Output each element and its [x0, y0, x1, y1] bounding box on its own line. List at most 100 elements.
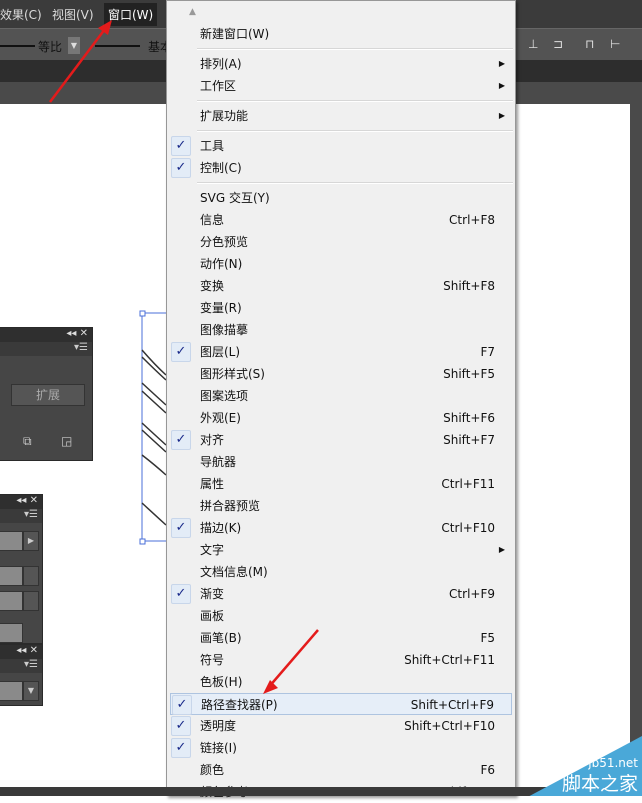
panel-menu-icon[interactable]: ▾☰ — [0, 342, 92, 356]
menu-item-shortcut: Ctrl+F10 — [441, 521, 495, 535]
menu-item[interactable]: 拼合器预览 — [167, 495, 515, 517]
menu-item[interactable]: 新建窗口(W) — [167, 23, 515, 45]
menu-item-shortcut: Shift+F5 — [443, 367, 495, 381]
checkmark-icon: ✓ — [172, 695, 192, 715]
menu-item[interactable]: 色板(H) — [167, 671, 515, 693]
menu-separator — [167, 45, 515, 53]
expand-button[interactable]: 扩展 — [11, 384, 85, 406]
align-middle-icon[interactable]: ⊢ — [610, 37, 620, 51]
menu-item[interactable]: ✓ 控制(C) — [167, 157, 515, 179]
field[interactable] — [0, 591, 23, 611]
menu-item[interactable]: 属性 Ctrl+F11 — [167, 473, 515, 495]
menu-item[interactable]: 画笔(B) F5 — [167, 627, 515, 649]
field[interactable] — [0, 681, 23, 701]
field[interactable] — [0, 566, 23, 586]
menu-item[interactable]: SVG 交互(Y) — [167, 187, 515, 209]
menu-item-label: 图层(L) — [200, 345, 241, 359]
checkmark-icon: ✓ — [171, 158, 191, 178]
field[interactable] — [0, 531, 23, 551]
align-center-icon[interactable]: ⊥ — [528, 37, 538, 51]
panel-menu-icon[interactable]: ▾☰ — [0, 509, 42, 523]
panel-controls[interactable]: ◂◂ ✕ — [0, 495, 42, 509]
menu-item[interactable]: ✓ 图层(L) F7 — [167, 341, 515, 363]
menu-item[interactable]: 画板 — [167, 605, 515, 627]
menu-item[interactable]: 图形样式(S) Shift+F5 — [167, 363, 515, 385]
menu-item-label: 渐变 — [200, 587, 225, 601]
menu-item[interactable]: ✓ 渐变 Ctrl+F9 — [167, 583, 515, 605]
menu-item-shortcut: F5 — [480, 631, 495, 645]
menu-item-label: 排列(A) — [200, 57, 242, 71]
crop-icon[interactable]: ⧉ — [23, 434, 32, 449]
menu-item-shortcut: Shift+Ctrl+F10 — [404, 719, 495, 733]
menu-item-label: 图像描摹 — [200, 323, 249, 337]
menu-item[interactable]: 导航器 — [167, 451, 515, 473]
menu-item-label: 外观(E) — [200, 411, 241, 425]
menu-item[interactable]: ✓ 对齐 Shift+F7 — [167, 429, 515, 451]
menu-item-label: 信息 — [200, 213, 225, 227]
scale-dropdown[interactable]: ▼ — [68, 37, 80, 54]
scroll-up-icon[interactable]: ▲ — [167, 1, 515, 23]
field-button[interactable]: ▶ — [23, 531, 39, 551]
scale-label: 等比 — [38, 40, 63, 54]
menu-item-shortcut: Shift+F8 — [443, 279, 495, 293]
menu-item-label: 新建窗口(W) — [200, 27, 270, 41]
menu-item[interactable]: 变量(R) — [167, 297, 515, 319]
menu-item[interactable]: 排列(A) ▶ — [167, 53, 515, 75]
menu-item-label: 颜色 — [200, 763, 225, 777]
menu-item[interactable]: 图像描摹 — [167, 319, 515, 341]
menu-item-label: 扩展功能 — [200, 109, 249, 123]
menu-view[interactable]: 视图(V) — [52, 6, 94, 23]
menu-separator — [167, 127, 515, 135]
menu-item-label: 透明度 — [200, 719, 237, 733]
menu-item[interactable]: 动作(N) — [167, 253, 515, 275]
menu-item[interactable]: ✓ 链接(I) — [167, 737, 515, 759]
menu-item-label: 画板 — [200, 609, 225, 623]
menu-item[interactable]: 符号 Shift+Ctrl+F11 — [167, 649, 515, 671]
field-button[interactable] — [23, 566, 39, 586]
selected-artwork[interactable] — [135, 305, 170, 550]
align-top-icon[interactable]: ⊓ — [585, 37, 594, 51]
menu-window[interactable]: 窗口(W) — [104, 3, 158, 26]
menu-separator — [167, 179, 515, 187]
menu-item-shortcut: Shift+F7 — [443, 433, 495, 447]
menu-item[interactable]: ✓ 工具 — [167, 135, 515, 157]
menu-item[interactable]: 变换 Shift+F8 — [167, 275, 515, 297]
checkmark-icon: ✓ — [171, 430, 191, 450]
align-right-icon[interactable]: ⊐ — [553, 37, 563, 51]
menu-item-shortcut: F6 — [480, 763, 495, 777]
menu-item-shortcut: Ctrl+F8 — [449, 213, 495, 227]
checkmark-icon: ✓ — [171, 136, 191, 156]
panel-controls[interactable]: ◂◂ ✕ — [0, 328, 92, 342]
submenu-arrow-icon: ▶ — [498, 545, 505, 554]
menu-item-label: 导航器 — [200, 455, 237, 469]
menu-effect[interactable]: 效果(C) — [0, 6, 42, 23]
pathfinder-panel: ◂◂ ✕ ▾☰ 扩展 ⧉ ◲ — [0, 327, 93, 461]
minus-back-icon[interactable]: ◲ — [61, 434, 72, 448]
menu-item[interactable]: 扩展功能 ▶ — [167, 105, 515, 127]
submenu-arrow-icon: ▶ — [498, 59, 505, 68]
menu-item-label: 工具 — [200, 139, 225, 153]
menu-item[interactable]: 文档信息(M) — [167, 561, 515, 583]
submenu-arrow-icon: ▶ — [498, 81, 505, 90]
panel-menu-icon[interactable]: ▾☰ — [0, 659, 42, 673]
menu-item[interactable]: ✓ 描边(K) Ctrl+F10 — [167, 517, 515, 539]
menu-item[interactable]: 工作区 ▶ — [167, 75, 515, 97]
menu-item[interactable]: ✓ 透明度 Shift+Ctrl+F10 — [167, 715, 515, 737]
field[interactable] — [0, 623, 23, 643]
menu-item[interactable]: 分色预览 — [167, 231, 515, 253]
checkmark-icon: ✓ — [171, 738, 191, 758]
menu-item[interactable]: 外观(E) Shift+F6 — [167, 407, 515, 429]
menu-item-label: 路径查找器(P) — [201, 698, 278, 712]
dropdown-button[interactable]: ▼ — [23, 681, 39, 701]
menu-item[interactable]: 颜色 F6 — [167, 759, 515, 781]
menu-item[interactable]: 文字 ▶ — [167, 539, 515, 561]
watermark-url: jb51.net — [588, 756, 638, 770]
menu-item[interactable]: 信息 Ctrl+F8 — [167, 209, 515, 231]
field-button[interactable] — [23, 591, 39, 611]
menu-item-label: 画笔(B) — [200, 631, 242, 645]
menu-item[interactable]: 图案选项 — [167, 385, 515, 407]
watermark-name: 脚本之家 — [561, 773, 638, 795]
menu-item-label: 对齐 — [200, 433, 225, 447]
panel-controls[interactable]: ◂◂ ✕ — [0, 645, 42, 659]
menu-item[interactable]: ✓ 路径查找器(P) Shift+Ctrl+F9 — [170, 693, 512, 715]
